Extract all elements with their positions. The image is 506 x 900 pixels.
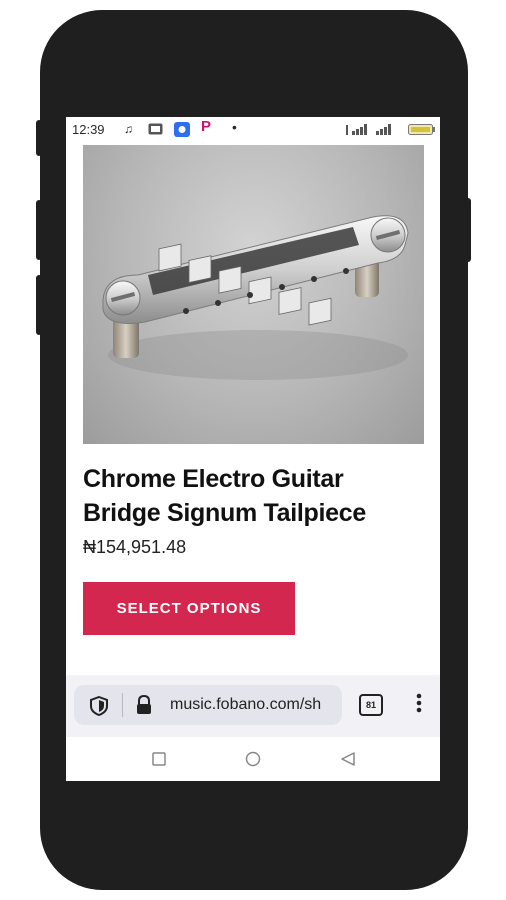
signal-icon <box>346 123 404 138</box>
gallery-icon <box>148 123 163 138</box>
guitar-bridge-illustration <box>102 215 409 380</box>
system-nav-bar <box>66 737 440 781</box>
address-bar-divider <box>122 693 123 717</box>
browser-toolbar: music.fobano.com/sh 81 <box>66 675 440 737</box>
phone-side-button-left-mid <box>36 200 42 260</box>
app-icon <box>174 122 190 140</box>
status-time: 12:39 <box>72 122 105 137</box>
status-bar: 12:39 ♫ P • <box>66 117 440 143</box>
recent-apps-icon[interactable] <box>152 752 166 771</box>
tab-count-button[interactable]: 81 <box>359 694 383 716</box>
product-title-line1: Chrome Electro Guitar <box>83 465 344 493</box>
phone-side-button-left-top <box>36 120 42 156</box>
phone-side-button-right <box>465 198 471 262</box>
product-title-line2: Bridge Signum Tailpiece <box>83 499 366 527</box>
dot-icon: • <box>232 119 237 135</box>
battery-icon <box>408 124 436 138</box>
phone-screen: 12:39 ♫ P • Chrome Electro Guitar Bridge… <box>66 117 440 781</box>
product-image[interactable] <box>83 145 424 444</box>
home-icon[interactable] <box>245 751 261 772</box>
product-title[interactable]: Chrome Electro Guitar Bridge Signum Tail… <box>83 462 428 530</box>
shield-icon[interactable] <box>90 695 108 721</box>
select-options-button[interactable]: SELECT OPTIONS <box>83 582 295 635</box>
phone-side-button-left-bottom <box>36 275 42 335</box>
back-icon[interactable] <box>340 751 356 772</box>
more-menu-icon[interactable] <box>416 693 422 718</box>
url-text[interactable]: music.fobano.com/sh <box>170 696 342 714</box>
p-icon: P <box>201 118 212 135</box>
product-price: ₦154,951.48 <box>83 537 187 557</box>
lock-icon[interactable] <box>135 694 153 720</box>
address-bar[interactable]: music.fobano.com/sh <box>74 685 342 725</box>
music-note-icon: ♫ <box>124 122 133 136</box>
